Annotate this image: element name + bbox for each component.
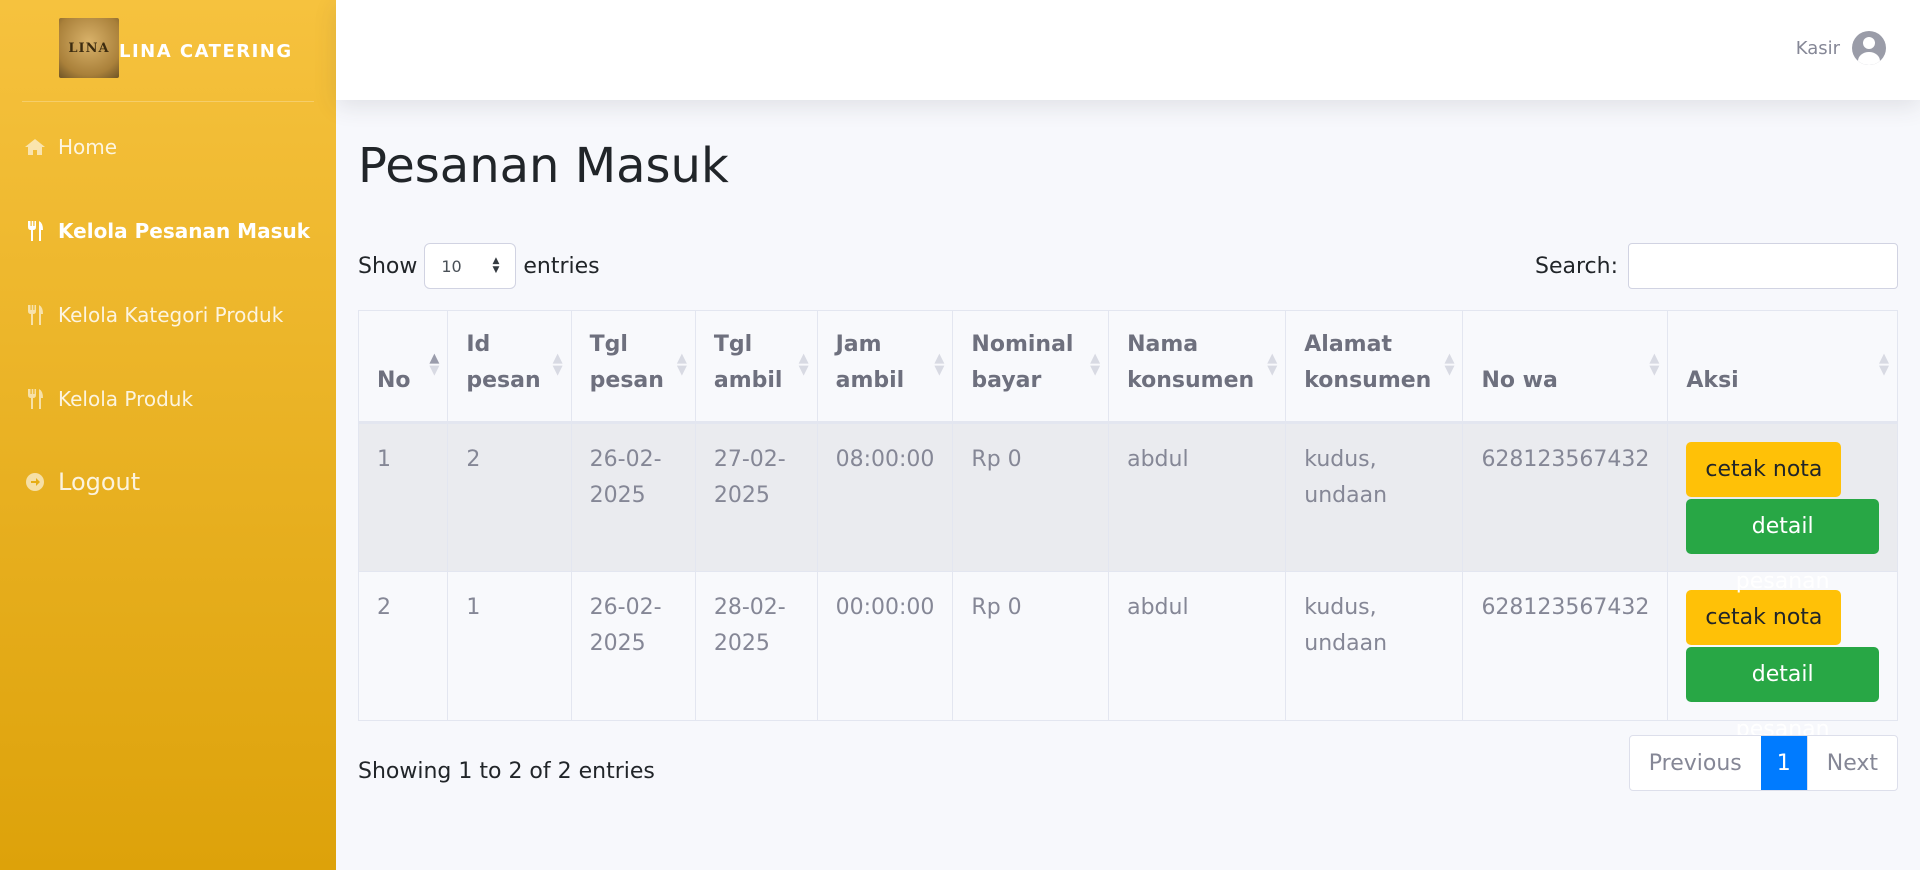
cell-no-wa: 628123567432 [1462, 422, 1669, 572]
topbar: Kasir [336, 0, 1920, 100]
search-label: Search: [1535, 253, 1618, 279]
table-row: 2 1 26-02- 2025 28-02- 2025 00:00:00 Rp … [357, 571, 1898, 742]
sidebar-item-label: Home [58, 135, 118, 159]
detail-pesanan-button[interactable]: detail pesanan [1686, 647, 1879, 742]
cell-id-pesan: 2 [447, 422, 572, 572]
column-header-nominal-bayar[interactable]: Nominal bayar ▲ ▼ [952, 310, 1110, 423]
sort-icon: ▲ ▼ [676, 351, 687, 378]
brand[interactable]: LINA LINA CATERING [0, 0, 336, 100]
pagination: Previous 1 Next [1628, 735, 1898, 791]
sidebar-item-home[interactable]: Home [0, 117, 336, 177]
sidebar-item-label: Kelola Pesanan Masuk [58, 219, 311, 243]
utensils-icon [24, 388, 46, 410]
sort-asc-icon: ▲ ▼ [429, 351, 440, 378]
detail-pesanan-button[interactable]: detail pesanan [1686, 499, 1879, 594]
cell-tgl-pesan: 26-02- 2025 [570, 571, 696, 721]
sort-icon: ▲ ▼ [1267, 351, 1278, 378]
utensils-icon [24, 220, 46, 242]
sidebar-item-label: Kelola Produk [58, 387, 194, 411]
column-header-no[interactable]: No ▲ ▼ [357, 310, 449, 423]
cell-tgl-ambil: 28-02- 2025 [694, 571, 818, 721]
cell-jam-ambil: 00:00:00 [816, 571, 954, 721]
cell-nominal-bayar: Rp 0 [952, 571, 1110, 721]
select-caret-icon: ▲ ▼ [492, 256, 500, 275]
cell-no: 1 [357, 422, 449, 572]
brand-logo: LINA [59, 18, 119, 78]
table-info: Showing 1 to 2 of 2 entries [358, 759, 655, 784]
entries-select-value: 10 [441, 256, 462, 276]
sidebar: LINA LINA CATERING Home Kelola Pesanan M… [0, 0, 336, 870]
cell-no: 2 [357, 571, 449, 721]
cell-jam-ambil: 08:00:00 [816, 422, 954, 572]
sidebar-item-kelola-pesanan-masuk[interactable]: Kelola Pesanan Masuk [0, 201, 336, 261]
cell-alamat-konsumen: kudus, undaan [1285, 571, 1464, 721]
user-dropdown[interactable]: Kasir [1796, 31, 1886, 65]
search-control: Search: [1535, 243, 1898, 289]
table-header-row: No ▲ ▼ Id pesan ▲ ▼ Tgl pesan ▲ ▼ Tgl ambil… [357, 310, 1898, 423]
next-page-button[interactable]: Next [1806, 736, 1897, 790]
page-title: Pesanan Masuk [358, 138, 729, 194]
column-header-alamat-konsumen[interactable]: Alamat konsumen ▲ ▼ [1285, 310, 1464, 423]
cell-aksi: cetak nota detail pesanan [1667, 422, 1898, 594]
utensils-icon [24, 304, 46, 326]
previous-page-button[interactable]: Previous [1630, 736, 1761, 790]
user-name: Kasir [1795, 37, 1840, 59]
sort-icon: ▲ ▼ [934, 351, 945, 378]
cell-aksi: cetak nota detail pesanan [1667, 571, 1898, 742]
sort-icon: ▲ ▼ [798, 351, 809, 378]
cell-tgl-ambil: 27-02- 2025 [694, 422, 818, 572]
cell-no-wa: 628123567432 [1462, 571, 1669, 721]
column-header-aksi[interactable]: Aksi ▲ ▼ [1667, 310, 1898, 423]
cell-alamat-konsumen: kudus, undaan [1285, 422, 1464, 572]
column-header-nama-konsumen[interactable]: Nama konsumen ▲ ▼ [1108, 310, 1287, 423]
sort-icon: ▲ ▼ [1444, 351, 1455, 378]
cetak-nota-button[interactable]: cetak nota [1686, 590, 1842, 645]
column-header-no-wa[interactable]: No wa ▲ ▼ [1462, 310, 1669, 423]
logout-label: Logout [58, 468, 141, 496]
column-header-id-pesan[interactable]: Id pesan ▲ ▼ [447, 310, 572, 423]
sort-icon: ▲ ▼ [1090, 351, 1101, 378]
cell-nama-konsumen: abdul [1108, 571, 1287, 721]
sidebar-divider [22, 101, 314, 102]
show-label: Show [358, 253, 418, 279]
column-header-jam-ambil[interactable]: Jam ambil ▲ ▼ [816, 310, 954, 423]
sign-out-icon [24, 472, 46, 492]
cell-tgl-pesan: 26-02- 2025 [570, 422, 696, 572]
cell-nominal-bayar: Rp 0 [952, 422, 1110, 572]
home-icon [24, 137, 46, 157]
logout-link[interactable]: Logout [0, 452, 336, 512]
sort-icon: ▲ ▼ [1649, 351, 1660, 378]
brand-logo-text: LINA [68, 40, 110, 56]
cell-id-pesan: 1 [447, 571, 572, 721]
column-header-tgl-pesan[interactable]: Tgl pesan ▲ ▼ [570, 310, 696, 423]
entries-label: entries [523, 253, 600, 279]
cetak-nota-button[interactable]: cetak nota [1686, 442, 1842, 497]
user-circle-icon [1852, 31, 1886, 65]
table-row: 1 2 26-02- 2025 27-02- 2025 08:00:00 Rp … [357, 422, 1898, 594]
cell-nama-konsumen: abdul [1108, 422, 1287, 572]
sort-icon: ▲ ▼ [1879, 351, 1889, 378]
column-header-tgl-ambil[interactable]: Tgl ambil ▲ ▼ [694, 310, 818, 423]
page-1-button[interactable]: 1 [1760, 736, 1807, 790]
brand-name: LINA CATERING [119, 41, 293, 62]
sort-icon: ▲ ▼ [552, 351, 563, 378]
search-input[interactable] [1628, 243, 1898, 289]
orders-table: No ▲ ▼ Id pesan ▲ ▼ Tgl pesan ▲ ▼ Tgl ambil… [357, 310, 1898, 742]
sidebar-item-kelola-produk[interactable]: Kelola Produk [0, 369, 336, 429]
sidebar-item-label: Kelola Kategori Produk [58, 303, 284, 327]
sidebar-item-kelola-kategori-produk[interactable]: Kelola Kategori Produk [0, 285, 336, 345]
entries-select[interactable]: 10 ▲ ▼ [424, 243, 517, 289]
entries-length-control: Show 10 ▲ ▼ entries [358, 243, 600, 289]
